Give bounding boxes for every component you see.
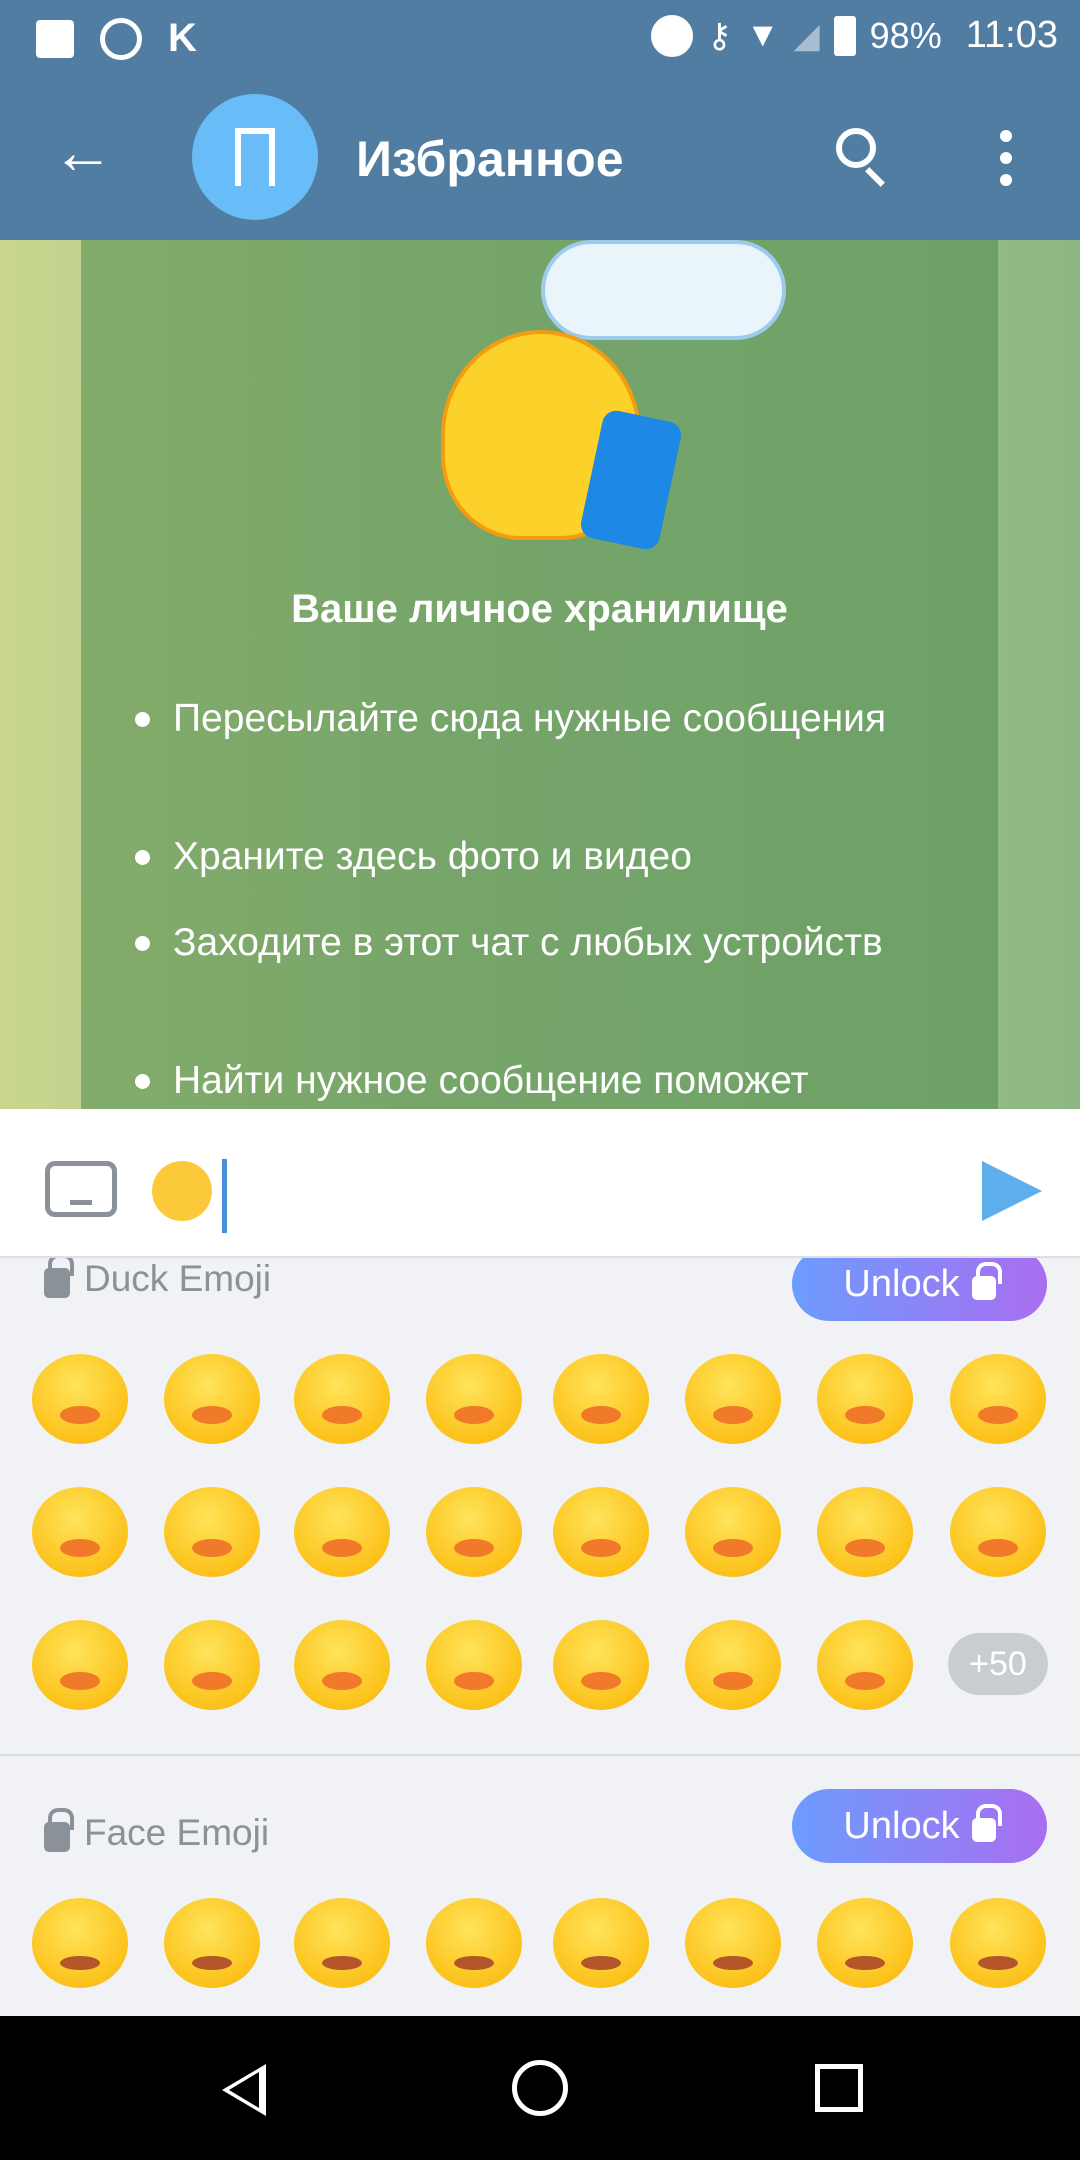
vpn-key-icon: ⚷ (706, 16, 732, 55)
unlock-face-emoji-button[interactable]: Unlock (792, 1789, 1047, 1863)
clock-icon (100, 17, 142, 60)
duck-emoji[interactable] (426, 1354, 522, 1444)
unlock-label: Unlock (843, 1262, 960, 1305)
send-icon[interactable] (982, 1161, 1042, 1221)
back-nav-icon[interactable] (222, 2064, 266, 2116)
chat-area: Ваше личное хранилище Пересылайте сюда н… (0, 240, 1080, 1109)
face-emoji[interactable] (32, 1898, 128, 1988)
keyboard-icon[interactable] (45, 1161, 117, 1217)
duck-emoji[interactable] (294, 1487, 390, 1577)
duck-emoji[interactable] (32, 1620, 128, 1710)
duck-emoji[interactable] (553, 1354, 649, 1444)
lock-icon (44, 1258, 74, 1298)
more-menu-icon[interactable] (1000, 130, 1012, 186)
face-emoji[interactable] (950, 1898, 1046, 1988)
duck-emoji[interactable] (32, 1354, 128, 1444)
lock-icon (971, 1804, 1002, 1842)
duck-emoji[interactable] (950, 1354, 1046, 1444)
duck-emoji[interactable] (164, 1487, 260, 1577)
bookmark-icon (235, 128, 275, 186)
duck-emoji[interactable] (685, 1354, 781, 1444)
section-divider (0, 1754, 1080, 1756)
duck-emoji[interactable] (817, 1487, 913, 1577)
duck-emoji[interactable] (294, 1354, 390, 1444)
lock-icon (971, 1262, 1002, 1300)
bullet-item: Пересылайте сюда нужные сообщения (135, 692, 973, 746)
duck-emoji[interactable] (294, 1620, 390, 1710)
cloud-illustration (541, 240, 786, 340)
emoji-panel: Duck Emoji Unlock +50 Face Emoji Unlock (0, 1258, 1080, 2016)
duck-emoji[interactable] (164, 1354, 260, 1444)
recents-nav-icon[interactable] (815, 2064, 863, 2112)
duck-emoji[interactable] (950, 1487, 1046, 1577)
home-nav-icon[interactable] (512, 2060, 568, 2116)
chat-title[interactable]: Избранное (356, 130, 624, 188)
section-title: Duck Emoji (84, 1258, 272, 1299)
duck-emoji[interactable] (32, 1487, 128, 1577)
duck-emoji[interactable] (553, 1487, 649, 1577)
app-bar: ← Избранное (0, 72, 1080, 240)
duck-emoji[interactable] (426, 1620, 522, 1710)
face-emoji[interactable] (294, 1898, 390, 1988)
face-emoji[interactable] (553, 1898, 649, 1988)
duck-emoji[interactable] (426, 1487, 522, 1577)
message-input-bar (0, 1109, 1080, 1258)
duck-emoji[interactable] (685, 1620, 781, 1710)
back-arrow-icon[interactable]: ← (52, 122, 114, 184)
section-header-face-emoji: Face Emoji (44, 1808, 270, 1854)
bullet-item: Заходите в этот чат с любых устройств (135, 916, 973, 970)
dnd-icon (650, 14, 693, 57)
signal-icon: ◢ (793, 16, 820, 55)
search-icon[interactable] (836, 128, 876, 168)
face-emoji[interactable] (817, 1898, 913, 1988)
bullet-item: Храните здесь фото и видео (135, 830, 973, 884)
section-title: Face Emoji (84, 1812, 270, 1853)
duck-emoji[interactable] (164, 1620, 260, 1710)
face-emoji[interactable] (426, 1898, 522, 1988)
duck-emoji[interactable] (685, 1487, 781, 1577)
clock-time: 11:03 (965, 14, 1058, 56)
lock-icon (44, 1808, 74, 1852)
battery-level: 98% (869, 14, 942, 56)
card-title: Ваше личное хранилище (291, 587, 788, 631)
salute-smile-emoji[interactable] (152, 1161, 212, 1221)
face-emoji[interactable] (685, 1898, 781, 1988)
wifi-icon: ▼ (745, 16, 780, 54)
saved-messages-intro-card: Ваше личное хранилище Пересылайте сюда н… (81, 240, 998, 1109)
navigation-bar (0, 2016, 1080, 2160)
text-cursor (222, 1159, 227, 1233)
gallery-icon (36, 19, 74, 58)
duck-emoji[interactable] (817, 1354, 913, 1444)
k-app-icon: K (168, 16, 197, 60)
bullet-item: Найти нужное сообщение поможет (135, 1054, 973, 1108)
battery-icon (833, 15, 856, 56)
section-header-duck-emoji: Duck Emoji (44, 1258, 271, 1300)
unlock-duck-emoji-button[interactable]: Unlock (792, 1258, 1047, 1321)
status-bar: K ⚷ ▼ ◢ 98% 11:03 (0, 0, 1080, 72)
duck-emoji[interactable] (553, 1620, 649, 1710)
duck-emoji[interactable] (817, 1620, 913, 1710)
avatar[interactable] (192, 94, 318, 220)
face-emoji[interactable] (164, 1898, 260, 1988)
unlock-label: Unlock (843, 1804, 960, 1847)
more-emoji-badge[interactable]: +50 (948, 1633, 1048, 1695)
